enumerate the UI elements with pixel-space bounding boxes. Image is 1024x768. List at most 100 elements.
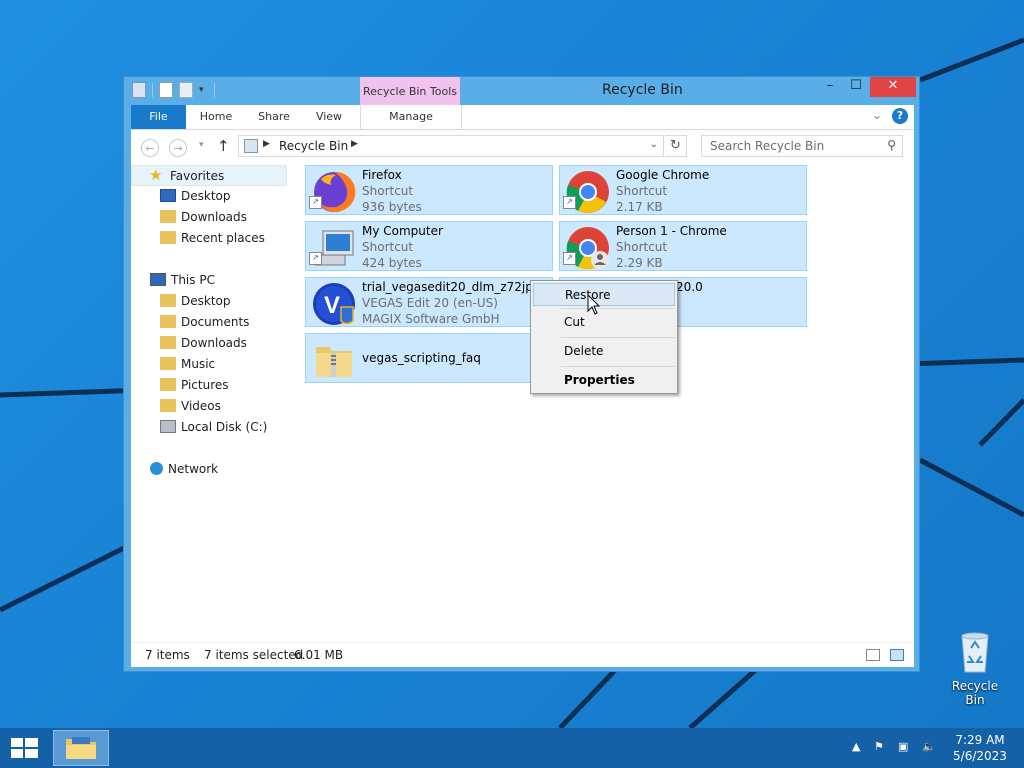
nav-documents[interactable]: Documents — [160, 312, 249, 333]
file-item[interactable]: ↗ My Computer Shortcut 424 bytes — [305, 221, 553, 271]
shortcut-arrow-icon: ↗ — [563, 252, 576, 265]
menu-item-cut[interactable]: Cut — [533, 311, 675, 334]
selected-size: 6.01 MB — [294, 648, 344, 662]
tab-file[interactable]: File — [131, 105, 186, 129]
file-item[interactable]: ↗ Person 1 - Chrome Shortcut 2.29 KB — [559, 221, 807, 271]
qat-separator — [214, 83, 215, 97]
large-icons-view-icon[interactable] — [890, 649, 904, 661]
volume-muted-icon[interactable]: 🔈 — [922, 740, 936, 753]
mouse-cursor-icon — [587, 294, 601, 315]
nav-pictures[interactable]: Pictures — [160, 375, 229, 396]
computer-icon — [150, 273, 166, 286]
file-item[interactable]: ↗ Firefox Shortcut 936 bytes — [305, 165, 553, 215]
qat-dropdown-icon[interactable]: ▾ — [199, 82, 208, 98]
nav-label: Music — [181, 357, 216, 371]
start-button[interactable] — [0, 728, 48, 768]
action-center-flag-icon[interactable]: ⚑ — [874, 740, 884, 753]
minimize-button[interactable]: – — [817, 77, 843, 97]
nav-videos[interactable]: Videos — [160, 396, 221, 417]
desktop-recycle-bin[interactable]: Recycle Bin — [942, 630, 1008, 707]
nav-this-pc[interactable]: This PC — [150, 270, 215, 291]
music-folder-icon — [160, 357, 176, 370]
vegas-icon: V — [313, 283, 355, 325]
file-name: My Computer — [362, 224, 443, 238]
tab-view[interactable]: View — [309, 105, 349, 129]
menu-item-delete[interactable]: Delete — [533, 340, 675, 363]
up-arrow-icon[interactable]: ↑ — [217, 137, 230, 155]
maximize-button[interactable]: ☐ — [843, 77, 869, 97]
recycle-bin-small-icon — [244, 139, 258, 153]
nav-favorites[interactable]: ★ Favorites — [131, 165, 287, 186]
svg-text:V: V — [324, 292, 340, 319]
nav-pc-desktop[interactable]: Desktop — [160, 291, 231, 312]
breadcrumb-chevron-icon[interactable]: ▶ — [351, 139, 358, 149]
breadcrumb[interactable]: Recycle Bin — [279, 139, 348, 153]
nav-music[interactable]: Music — [160, 354, 215, 375]
file-item[interactable]: vegas_scripting_faq — [305, 333, 553, 383]
file-name: trial_vegasedit20_dlm_z72jp2 — [362, 280, 541, 294]
file-size: 936 bytes — [362, 200, 422, 214]
tab-home[interactable]: Home — [193, 105, 239, 129]
nav-recent-places[interactable]: Recent places — [160, 228, 265, 249]
file-name: Google Chrome — [616, 168, 710, 182]
recycle-bin-small-icon[interactable] — [132, 82, 146, 98]
help-icon[interactable]: ? — [892, 108, 908, 124]
back-button[interactable]: ← — [141, 139, 159, 157]
file-item[interactable]: ↗ Google Chrome Shortcut 2.17 KB — [559, 165, 807, 215]
file-item[interactable]: V trial_vegasedit20_dlm_z72jp2 VEGAS Edi… — [305, 277, 553, 327]
network-status-icon[interactable]: ▣ — [898, 740, 908, 753]
shortcut-arrow-icon: ↗ — [309, 196, 322, 209]
qat-separator — [152, 83, 153, 97]
address-dropdown-icon[interactable]: ⌄ — [650, 139, 658, 150]
nav-favorites-downloads[interactable]: Downloads — [160, 207, 247, 228]
details-view-icon[interactable] — [866, 649, 880, 661]
nav-local-disk[interactable]: Local Disk (C:) — [160, 417, 267, 438]
forward-button[interactable]: → — [169, 139, 187, 157]
file-type: Shortcut — [616, 240, 668, 254]
tab-manage[interactable]: Manage — [360, 105, 462, 129]
file-name: Firefox — [362, 168, 402, 182]
network-icon — [150, 462, 163, 475]
search-input[interactable] — [708, 138, 878, 154]
clock-date: 5/6/2023 — [953, 749, 1007, 763]
close-button[interactable]: ✕ — [870, 77, 916, 97]
nav-favorites-label: Favorites — [170, 169, 225, 183]
clock[interactable]: 7:29 AM 5/6/2023 — [948, 732, 1012, 764]
nav-label: This PC — [171, 273, 215, 287]
taskbar-file-explorer[interactable] — [53, 730, 109, 766]
search-box[interactable]: ⚲ — [701, 135, 903, 157]
show-hidden-icons-icon[interactable]: ▲ — [852, 740, 860, 753]
recent-locations-icon[interactable]: ▾ — [199, 140, 204, 150]
nav-network[interactable]: Network — [150, 459, 218, 480]
taskbar: ▲ ⚑ ▣ 🔈 7:29 AM 5/6/2023 — [0, 728, 1024, 768]
selected-count: 7 items selected — [204, 648, 304, 662]
nav-pc-downloads[interactable]: Downloads — [160, 333, 247, 354]
new-folder-icon[interactable] — [179, 82, 193, 98]
address-bar[interactable]: ▶ Recycle Bin ▶ ⌄ — [238, 135, 664, 157]
refresh-button[interactable]: ↻ — [665, 135, 687, 157]
menu-item-restore[interactable]: Restore — [533, 283, 675, 306]
desktop-folder-icon — [160, 294, 176, 307]
expand-ribbon-icon[interactable]: ⌄ — [872, 108, 882, 122]
file-type: Shortcut — [362, 184, 414, 198]
search-icon[interactable]: ⚲ — [887, 138, 896, 152]
menu-separator — [561, 308, 675, 309]
shortcut-arrow-icon: ↗ — [563, 196, 576, 209]
file-size: 2.29 KB — [616, 256, 663, 270]
nav-favorites-desktop[interactable]: Desktop — [160, 186, 231, 207]
explorer-window: ▾ Recycle Bin Tools Recycle Bin – ☐ ✕ Fi… — [123, 76, 920, 672]
menu-item-properties[interactable]: Properties — [533, 369, 675, 392]
file-size: MAGIX Software GmbH — [362, 312, 500, 326]
drive-icon — [160, 420, 176, 433]
breadcrumb-chevron-icon[interactable]: ▶ — [263, 139, 270, 149]
title-bar[interactable]: ▾ Recycle Bin Tools Recycle Bin – ☐ ✕ — [124, 77, 919, 105]
nav-label: Desktop — [181, 294, 231, 308]
properties-icon[interactable] — [159, 82, 173, 98]
tab-share[interactable]: Share — [251, 105, 297, 129]
window-title: Recycle Bin — [602, 82, 683, 98]
zip-folder-icon — [316, 347, 352, 377]
recent-places-icon — [160, 231, 176, 244]
nav-label: Local Disk (C:) — [181, 420, 268, 434]
recycle-bin-icon — [961, 632, 989, 673]
file-type: VEGAS Edit 20 (en-US) — [362, 296, 498, 310]
